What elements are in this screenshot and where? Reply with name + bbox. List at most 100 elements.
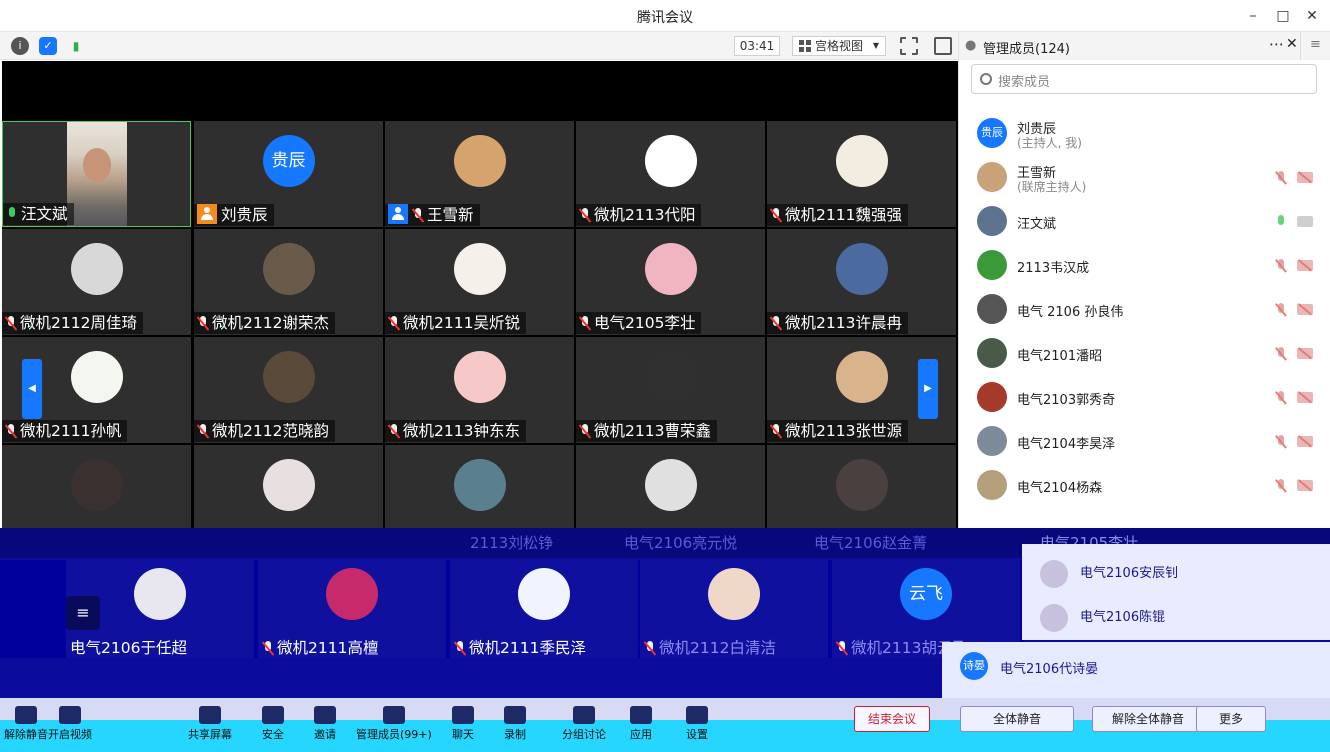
mic-muted-icon[interactable] (1275, 435, 1287, 449)
participant-tile[interactable]: 电气2105李壮 (576, 229, 765, 335)
security-button[interactable]: 安全 (262, 706, 284, 742)
avatar (835, 135, 888, 187)
unmute-all-button[interactable]: 解除全体静音 (1092, 706, 1204, 732)
settings-button[interactable]: 设置 (686, 706, 708, 742)
member-row[interactable]: 电气2106安辰钊 (1040, 554, 1178, 594)
participant-name: 微机2112白清洁 (659, 639, 776, 657)
participant-tile[interactable]: 微机2112范晓韵 (194, 337, 383, 443)
more-icon[interactable]: ⋯ (1269, 35, 1284, 53)
avatar (644, 459, 697, 511)
member-row[interactable]: 电气2106陈锟 (1040, 598, 1165, 638)
window-title: 腾讯会议 (637, 10, 693, 26)
participant-label: 微机2112周佳琦 (2, 312, 143, 334)
fullscreen-icon[interactable] (900, 37, 918, 55)
participant-tile[interactable]: 王雪新 (385, 121, 574, 227)
participant-tile[interactable]: 贵辰 刘贵辰 (194, 121, 383, 227)
participant-tile[interactable]: 微机2111高檀 (258, 560, 446, 658)
mic-muted-icon[interactable] (1275, 171, 1287, 185)
member-row[interactable]: 电气 2106 孙良伟 (959, 288, 1330, 332)
invite-button[interactable]: 邀请 (314, 706, 336, 742)
member-row[interactable]: 电气2104杨森 (959, 464, 1330, 508)
member-row[interactable]: 王雪新 (联席主持人) (959, 156, 1330, 200)
list-view-icon[interactable]: ≡ (66, 596, 100, 630)
participant-name: 电气2106于任超 (70, 639, 187, 657)
share-screen-button[interactable]: 共享屏幕 (188, 706, 232, 742)
participant-name: 微机2112周佳琦 (20, 314, 137, 332)
avatar: 贵辰 (262, 135, 315, 187)
mic-muted-icon[interactable] (1275, 479, 1287, 493)
mic-muted-icon[interactable] (1275, 303, 1287, 317)
signal-icon[interactable]: ▮ (67, 37, 85, 55)
mic-muted-icon (388, 316, 400, 330)
minimize-button[interactable]: – (1240, 4, 1266, 28)
apps-button[interactable]: 应用 (630, 706, 652, 742)
participant-tile[interactable]: 微机2113许晨冉 (767, 229, 956, 335)
participant-tile[interactable]: 微机2113曹荣鑫 (576, 337, 765, 443)
mute-all-button[interactable]: 全体静音 (960, 706, 1074, 732)
mic-muted-icon (5, 424, 17, 438)
toolbar-label: 共享屏幕 (188, 728, 232, 741)
mic-muted-icon[interactable] (1275, 391, 1287, 405)
avatar (70, 459, 123, 511)
camera-off-icon[interactable] (1297, 348, 1313, 359)
camera-off-icon[interactable] (1297, 216, 1313, 227)
member-search-input[interactable]: 搜索成员 (971, 64, 1317, 94)
menu-strip[interactable]: ≡ (1300, 32, 1330, 60)
avatar (1040, 603, 1068, 632)
participant-tile[interactable]: 微机2111吴炘锐 (385, 229, 574, 335)
view-mode-dropdown[interactable]: 宫格视图 ▼ (792, 36, 886, 56)
mic-muted-icon (579, 316, 591, 330)
breakout-rooms-button[interactable]: 分组讨论 (562, 706, 606, 742)
participant-tile[interactable]: 微机2113代阳 (576, 121, 765, 227)
camera-off-icon[interactable] (1297, 436, 1313, 447)
host-badge-icon (388, 204, 408, 224)
sidebar-toggle-icon[interactable] (934, 37, 952, 55)
camera-off-icon[interactable] (1297, 172, 1313, 183)
title-bar: 腾讯会议 – □ ✕ (0, 0, 1330, 32)
shield-icon[interactable]: ✓ (39, 37, 57, 55)
member-row[interactable]: 电气2103郭秀奇 (959, 376, 1330, 420)
participant-label: 电气2105李壮 (576, 312, 702, 334)
participant-tile[interactable]: 汪文斌 (2, 121, 191, 227)
close-button[interactable]: ✕ (1299, 4, 1325, 28)
prev-page-button[interactable]: ◀ (22, 359, 42, 419)
camera-off-icon[interactable] (1297, 480, 1313, 491)
participant-label: 微机2112白清洁 (644, 638, 776, 658)
avatar (835, 459, 888, 511)
avatar (70, 351, 123, 403)
participant-tile[interactable]: 微机2111魏强强 (767, 121, 956, 227)
member-row[interactable]: 电气2101潘昭 (959, 332, 1330, 376)
camera-off-icon[interactable] (1297, 260, 1313, 271)
participant-label: 微机2112范晓韵 (194, 420, 335, 442)
chat-button[interactable]: 聊天 (452, 706, 474, 742)
more-button[interactable]: 更多 (1196, 706, 1266, 732)
maximize-button[interactable]: □ (1270, 4, 1296, 28)
end-meeting-button[interactable]: 结束会议 (854, 706, 930, 732)
panel-close-icon[interactable]: ✕ (1286, 36, 1298, 52)
record-button[interactable]: 录制 (504, 706, 526, 742)
member-row[interactable]: 汪文斌 (959, 200, 1330, 244)
avatar (977, 338, 1007, 368)
info-icon[interactable]: i (11, 37, 29, 55)
mic-on-icon[interactable] (1275, 215, 1287, 229)
member-name: 电气2104杨森 (1017, 481, 1103, 496)
participant-tile[interactable]: 微机2111季民泽 (450, 560, 638, 658)
participant-tile[interactable]: 微机2112白清洁 (640, 560, 828, 658)
unmute-button[interactable]: 解除静音 (4, 706, 48, 742)
member-row[interactable]: 2113韦汉成 (959, 244, 1330, 288)
start-video-button[interactable]: 开启视频 (48, 706, 92, 742)
member-name: 电气2106陈锟 (1080, 610, 1166, 625)
member-row[interactable]: 贵辰 刘贵辰 (主持人, 我) (959, 112, 1330, 156)
manage-members-button[interactable]: 管理成员(99+) (356, 706, 432, 742)
mic-muted-icon[interactable] (1275, 347, 1287, 361)
mic-muted-icon[interactable] (1275, 259, 1287, 273)
member-row[interactable]: 电气2104李昊泽 (959, 420, 1330, 464)
participant-name: 微机2113代阳 (594, 206, 696, 224)
toolbar-label: 录制 (504, 728, 526, 741)
camera-off-icon[interactable] (1297, 392, 1313, 403)
participant-tile[interactable]: 微机2112周佳琦 (2, 229, 191, 335)
camera-off-icon[interactable] (1297, 304, 1313, 315)
next-page-button[interactable]: ▶ (918, 359, 938, 419)
participant-tile[interactable]: 微机2112谢荣杰 (194, 229, 383, 335)
participant-tile[interactable]: 微机2113钟东东 (385, 337, 574, 443)
